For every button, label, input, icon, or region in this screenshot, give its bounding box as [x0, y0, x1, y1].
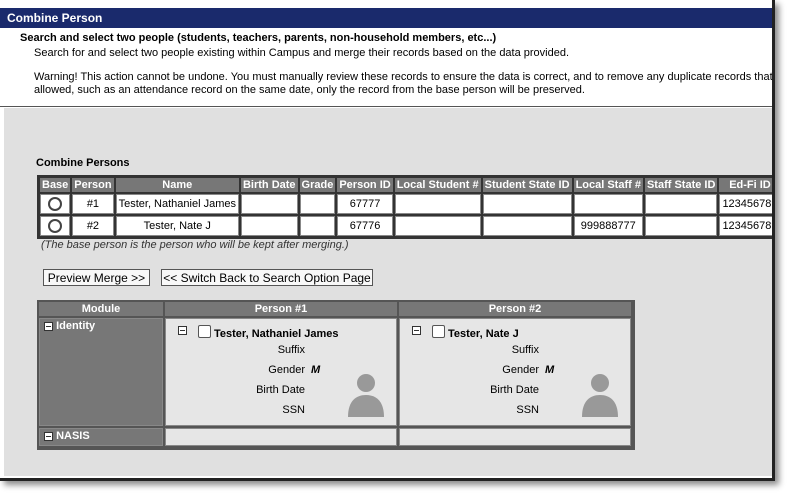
header-person-2: Person #2 [399, 302, 631, 316]
base-radio-person-2[interactable] [48, 219, 63, 233]
name-cell: Tester, Nathaniel James [115, 194, 239, 214]
edfi-id-cell: 123456789 [719, 194, 772, 214]
person-id-cell: 67776 [337, 216, 393, 236]
instructions-description: Search for and select two people existin… [34, 47, 570, 59]
person-id-cell: 67777 [337, 194, 393, 214]
module-nasis-label: NASIS [56, 430, 90, 442]
combine-persons-label: Combine Persons [36, 157, 130, 169]
local-student-cell [394, 194, 481, 214]
collapse-icon[interactable] [44, 321, 53, 331]
window-title: Combine Person [0, 8, 772, 28]
staff-state-id-cell [644, 194, 718, 214]
col-person: Person [72, 178, 114, 192]
col-local-staff: Local Staff # [573, 178, 643, 192]
col-edfi-id: Ed-Fi ID [719, 178, 772, 192]
local-student-cell [394, 216, 481, 236]
person-2-name: Tester, Nate J [448, 328, 519, 340]
col-grade: Grade [299, 178, 336, 192]
table-row: #2 Tester, Nate J 67776 999888777 123456… [40, 216, 772, 236]
person-2-nasis-panel [399, 428, 631, 446]
local-staff-cell [573, 194, 643, 214]
col-local-student: Local Student # [394, 178, 481, 192]
module-identity-label: Identity [56, 320, 96, 332]
instructions-title: Search and select two people (students, … [20, 32, 497, 44]
person-cell: #2 [72, 216, 114, 236]
student-state-id-cell [482, 216, 572, 236]
col-staff-state-id: Staff State ID [644, 178, 718, 192]
module-identity[interactable]: Identity [39, 318, 163, 426]
birth-date-cell [240, 194, 298, 214]
col-birth-date: Birth Date [240, 178, 298, 192]
ssn-label: SSN [282, 404, 305, 416]
switch-back-button[interactable]: << Switch Back to Search Option Page [161, 269, 373, 286]
base-cell [40, 216, 71, 236]
base-radio-person-1[interactable] [48, 197, 63, 211]
person-cell: #1 [72, 194, 114, 214]
col-name: Name [115, 178, 239, 192]
staff-state-id-cell [644, 216, 718, 236]
module-nasis[interactable]: NASIS [39, 428, 163, 446]
instructions-header: Search and select two people (students, … [0, 28, 772, 107]
ssn-label: SSN [516, 404, 539, 416]
grade-cell [299, 216, 336, 236]
person-2-identity-checkbox[interactable] [432, 325, 445, 338]
gender-value: M [311, 364, 321, 376]
collapse-icon[interactable] [44, 431, 53, 441]
header-person-1: Person #1 [165, 302, 397, 316]
person-avatar-icon [582, 374, 618, 417]
table-header-row: Base Person Name Birth Date Grade Person… [40, 178, 772, 192]
gender-label: Gender [268, 364, 305, 376]
main-content: Combine Persons Base Person Name Birth D… [4, 108, 772, 476]
person-2-identity-panel: Tester, Nate J Suffix Gender M Birth Dat… [399, 318, 631, 426]
birth-date-cell [240, 216, 298, 236]
edfi-id-cell: 123456789 [719, 216, 772, 236]
birth-date-label: Birth Date [256, 384, 305, 396]
warning-line-1: Warning! This action cannot be undone. Y… [34, 71, 775, 83]
gender-label: Gender [502, 364, 539, 376]
grade-cell [299, 194, 336, 214]
person-1-nasis-panel [165, 428, 397, 446]
col-person-id: Person ID [337, 178, 393, 192]
person-1-name: Tester, Nathaniel James [214, 328, 339, 340]
warning-text: Warning! This action cannot be undone. Y… [34, 71, 775, 97]
person-1-identity-panel: Tester, Nathaniel James Suffix Gender M … [165, 318, 397, 426]
gender-value: M [545, 364, 555, 376]
col-base: Base [40, 178, 71, 192]
base-person-note: (The base person is the person who will … [41, 239, 349, 251]
student-state-id-cell [482, 194, 572, 214]
suffix-label: Suffix [511, 344, 539, 356]
combine-persons-table: Base Person Name Birth Date Grade Person… [37, 175, 772, 239]
suffix-label: Suffix [277, 344, 305, 356]
header-module: Module [39, 302, 163, 316]
collapse-icon[interactable] [178, 326, 187, 335]
preview-merge-button[interactable]: Preview Merge >> [43, 269, 150, 286]
collapse-icon[interactable] [412, 326, 421, 335]
local-staff-cell: 999888777 [573, 216, 643, 236]
person-1-identity-checkbox[interactable] [198, 325, 211, 338]
module-comparison-table: Module Person #1 Person #2 Identity Test… [37, 300, 635, 450]
base-cell [40, 194, 71, 214]
col-student-state-id: Student State ID [482, 178, 572, 192]
birth-date-label: Birth Date [490, 384, 539, 396]
warning-line-2: allowed, such as an attendance record on… [34, 84, 585, 96]
combine-person-window: Combine Person Search and select two peo… [0, 0, 775, 481]
name-cell: Tester, Nate J [115, 216, 239, 236]
table-row: #1 Tester, Nathaniel James 67777 1234567… [40, 194, 772, 214]
person-avatar-icon [348, 374, 384, 417]
